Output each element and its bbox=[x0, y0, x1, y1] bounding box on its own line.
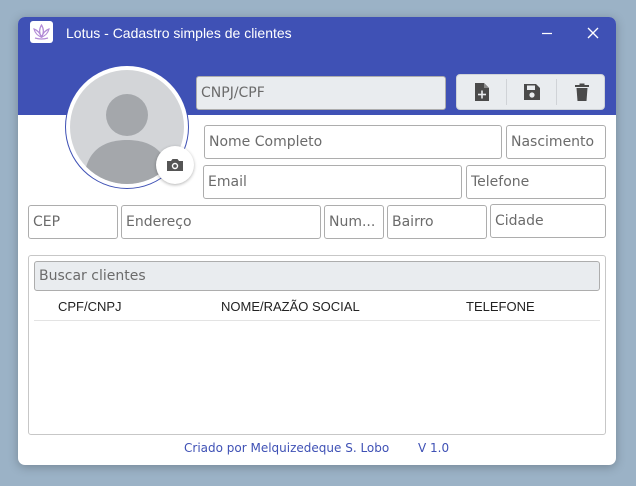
save-icon bbox=[524, 84, 540, 100]
birthdate-input[interactable] bbox=[506, 125, 606, 159]
column-header-cpf-cnpj[interactable]: CPF/CNPJ bbox=[58, 299, 122, 314]
footer-version: V 1.0 bbox=[418, 441, 450, 455]
camera-icon bbox=[167, 159, 183, 171]
titlebar: Lotus - Cadastro simples de clientes bbox=[18, 17, 616, 49]
record-toolbar bbox=[456, 74, 605, 110]
change-photo-button[interactable] bbox=[156, 146, 194, 184]
window-title: Lotus - Cadastro simples de clientes bbox=[66, 25, 292, 41]
cnpj-cpf-input[interactable] bbox=[196, 76, 446, 110]
minimize-icon bbox=[542, 32, 552, 35]
email-input[interactable] bbox=[203, 165, 462, 199]
column-header-name[interactable]: NOME/RAZÃO SOCIAL bbox=[221, 299, 360, 314]
delete-record-button[interactable] bbox=[557, 75, 606, 109]
neighborhood-input[interactable] bbox=[387, 205, 487, 239]
full-name-input[interactable] bbox=[204, 125, 502, 159]
cep-input[interactable] bbox=[28, 205, 118, 239]
save-record-button[interactable] bbox=[507, 75, 556, 109]
minimize-button[interactable] bbox=[530, 21, 564, 45]
main-window: Lotus - Cadastro simples de clientes CNP… bbox=[18, 17, 616, 465]
phone-input[interactable] bbox=[466, 165, 606, 199]
footer-credit: Criado por Melquizedeque S. Lobo bbox=[184, 441, 390, 455]
close-icon bbox=[587, 27, 599, 39]
close-button[interactable] bbox=[576, 21, 610, 45]
city-input[interactable] bbox=[490, 204, 606, 238]
address-input[interactable] bbox=[121, 205, 321, 239]
new-record-button[interactable] bbox=[457, 75, 506, 109]
column-header-phone[interactable]: TELEFONE bbox=[466, 299, 535, 314]
lotus-icon bbox=[30, 21, 53, 43]
search-clients-input[interactable] bbox=[34, 261, 600, 291]
number-input[interactable] bbox=[324, 205, 384, 239]
new-file-icon bbox=[475, 83, 489, 101]
table-header-divider bbox=[34, 320, 600, 321]
trash-icon bbox=[575, 83, 589, 101]
